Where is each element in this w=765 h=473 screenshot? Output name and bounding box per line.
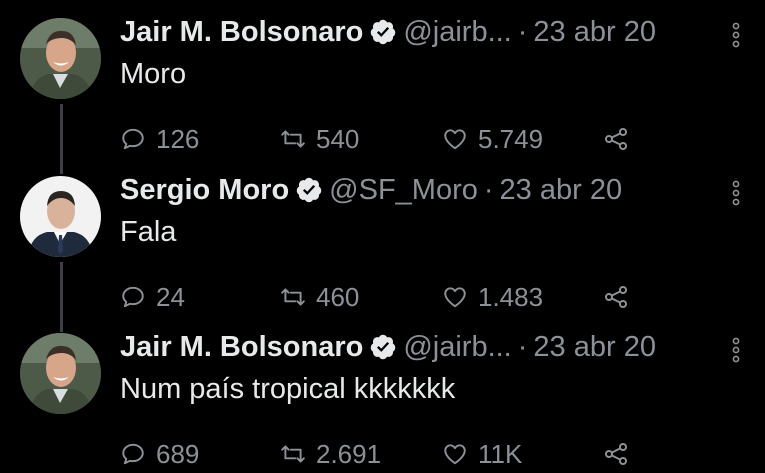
like-button[interactable]: 5.749 [442, 122, 543, 156]
verified-badge-icon [371, 334, 396, 360]
more-options-icon[interactable] [731, 180, 741, 206]
more-options-icon[interactable] [731, 22, 741, 48]
separator: · [517, 330, 528, 363]
tweet-actions: 24 460 1.483 [120, 280, 640, 314]
verified-badge-icon [371, 19, 396, 45]
tweet-text: Num país tropical kkkkkkk [120, 373, 456, 405]
share-icon [604, 442, 628, 466]
reply-count: 689 [156, 438, 200, 469]
reply-count: 24 [156, 281, 185, 312]
retweet-icon [281, 445, 305, 463]
reply-icon [122, 286, 144, 308]
reply-icon [122, 443, 144, 465]
like-button[interactable]: 1.483 [442, 280, 543, 314]
like-count: 1.483 [478, 281, 544, 312]
tweet-header: Sergio Moro @SF_Moro · 23 abr 20 [120, 170, 622, 210]
retweet-button[interactable]: 540 [280, 122, 359, 156]
verified-badge-icon [296, 177, 322, 203]
separator: · [483, 173, 494, 206]
reply-icon [122, 128, 144, 150]
author-name[interactable]: Jair M. Bolsonaro [120, 16, 363, 49]
like-count: 11K [478, 438, 523, 469]
tweet-actions: 126 540 5.749 [120, 122, 640, 156]
avatar[interactable] [20, 333, 101, 414]
tweet-date[interactable]: 23 abr 20 [533, 16, 656, 49]
retweet-icon [281, 130, 305, 148]
heart-icon [444, 287, 466, 308]
reply-button[interactable]: 24 [120, 280, 185, 314]
heart-icon [444, 129, 466, 150]
reply-button[interactable]: 689 [120, 437, 199, 471]
author-handle[interactable]: @jairb... [403, 16, 511, 49]
tweet-date[interactable]: 23 abr 20 [500, 174, 623, 207]
retweet-button[interactable]: 460 [280, 280, 359, 314]
avatar[interactable] [20, 176, 101, 257]
author-name[interactable]: Jair M. Bolsonaro [120, 331, 363, 364]
reply-button[interactable]: 126 [120, 122, 199, 156]
retweet-count: 540 [316, 123, 360, 154]
tweet-header: Jair M. Bolsonaro @jairb... · 23 abr 20 [120, 327, 656, 367]
author-handle[interactable]: @SF_Moro [329, 174, 478, 207]
heart-icon [444, 444, 466, 465]
tweet[interactable]: Sergio Moro @SF_Moro · 23 abr 20 Fala 24… [0, 170, 765, 320]
more-options-icon[interactable] [731, 337, 741, 363]
share-button[interactable] [602, 280, 630, 314]
tweet-header: Jair M. Bolsonaro @jairb... · 23 abr 20 [120, 12, 656, 52]
author-handle[interactable]: @jairb... [403, 331, 511, 364]
tweet[interactable]: Jair M. Bolsonaro @jairb... · 23 abr 20 … [0, 12, 765, 162]
tweet-text: Moro [120, 58, 187, 90]
tweet-text: Fala [120, 216, 177, 248]
retweet-button[interactable]: 2.691 [280, 437, 381, 471]
share-button[interactable] [602, 122, 630, 156]
tweet-actions: 689 2.691 11K [120, 437, 640, 471]
tweet-date[interactable]: 23 abr 20 [533, 331, 656, 364]
retweet-count: 2.691 [316, 438, 382, 469]
like-button[interactable]: 11K [442, 437, 522, 471]
share-button[interactable] [602, 437, 630, 471]
avatar[interactable] [20, 18, 101, 99]
separator: · [517, 15, 528, 48]
like-count: 5.749 [478, 123, 544, 154]
retweet-icon [281, 288, 305, 306]
author-name[interactable]: Sergio Moro [120, 174, 289, 207]
share-icon [604, 127, 628, 151]
reply-count: 126 [156, 123, 200, 154]
retweet-count: 460 [316, 281, 360, 312]
tweet[interactable]: Jair M. Bolsonaro @jairb... · 23 abr 20 … [0, 327, 765, 473]
share-icon [604, 285, 628, 309]
